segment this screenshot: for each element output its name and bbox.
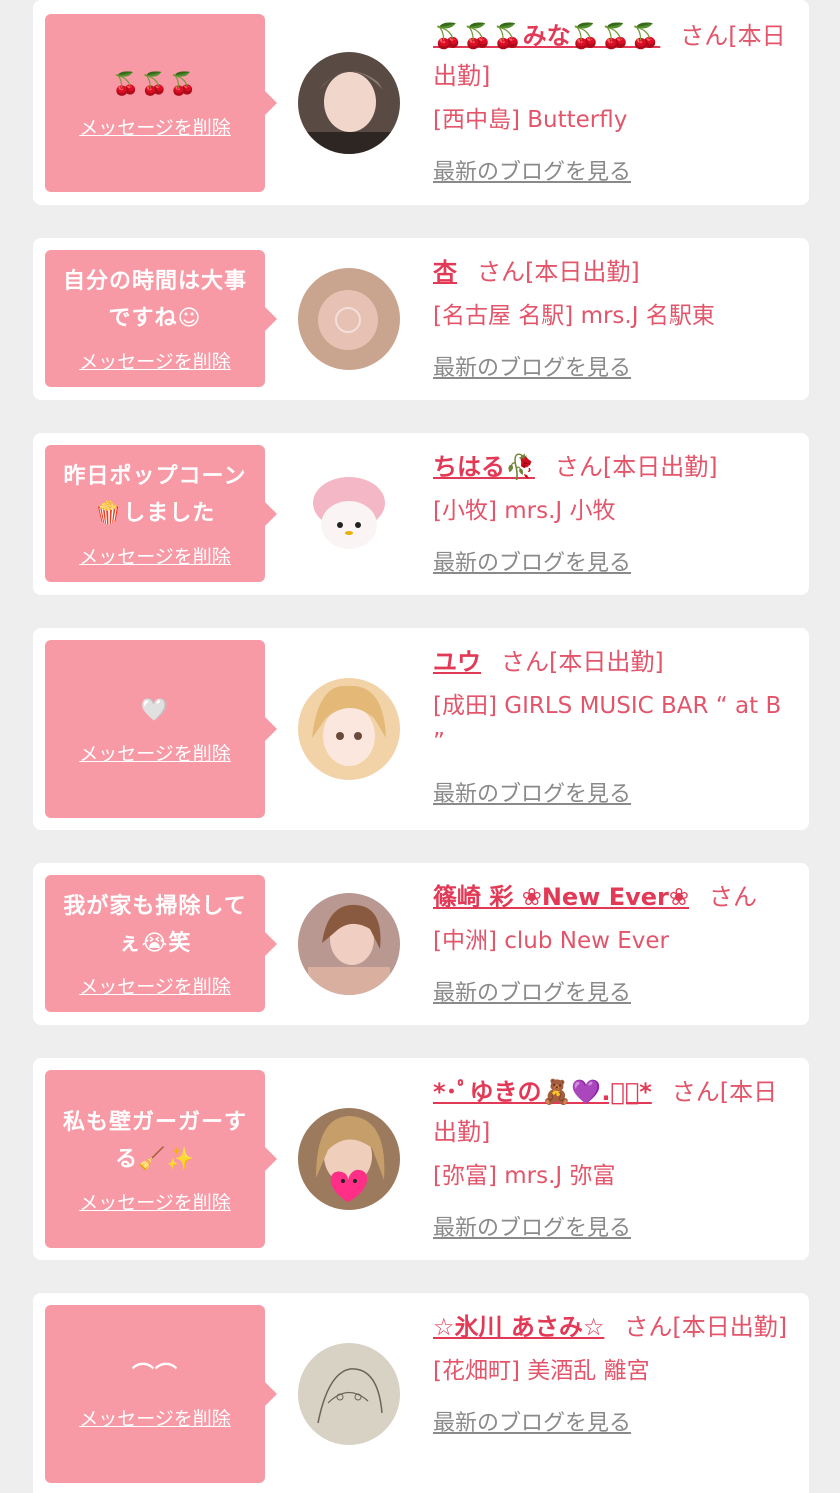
girl-name-link[interactable]: 杏 (433, 258, 457, 286)
girl-info: 篠崎 彩 ❀New Ever❀ さん [中洲] club New Ever 最新の… (433, 877, 799, 1007)
girl-name-link[interactable]: 篠崎 彩 ❀New Ever❀ (433, 883, 689, 911)
shop-name: [西中島] Butterfly (433, 107, 628, 133)
latest-blog-link[interactable]: 最新のブログを見る (433, 154, 631, 186)
message-text: 🤍 (140, 698, 170, 723)
girl-name-link[interactable]: *･ﾟゆきの🧸💜.ﾟ･* (433, 1078, 652, 1106)
latest-blog-link[interactable]: 最新のブログを見る (433, 1210, 631, 1242)
shop-name: [花畑町] 美酒乱 離宮 (433, 1358, 650, 1384)
delete-message-link[interactable]: メッセージを削除 (79, 113, 231, 140)
girl-name-link[interactable]: ユウ (433, 648, 481, 676)
message-card: 自分の時間は大事 ですね☺ メッセージを削除 杏さん[本日出勤] [名古屋 名駅… (33, 238, 809, 400)
message-bubble: 私も壁ガーガーす る🧹✨ メッセージを削除 (45, 1070, 265, 1248)
latest-blog-link[interactable]: 最新のブログを見る (433, 350, 631, 382)
message-card: 🍒🍒🍒 メッセージを削除 🍒🍒🍒みな🍒🍒🍒 さん[本日出勤] [西中島] Butt… (33, 0, 809, 205)
avatar[interactable] (298, 52, 400, 154)
girl-info: ユウ さん[本日出勤] [成田] GIRLS MUSIC BAR “ at B ”… (433, 642, 799, 808)
latest-blog-link[interactable]: 最新のブログを見る (433, 1405, 631, 1437)
girl-name-link[interactable]: ☆氷川 あさみ☆ (433, 1313, 604, 1341)
shop-name: [小牧] mrs.J 小牧 (433, 498, 616, 524)
avatar[interactable] (298, 1343, 400, 1445)
shop-name: [名古屋 名駅] mrs.J 名駅東 (433, 303, 715, 329)
latest-blog-link[interactable]: 最新のブログを見る (433, 975, 631, 1007)
message-card: 🤍 メッセージを削除 ユウ さん[本日出勤] [成田] GIRLS MUSIC B… (33, 628, 809, 830)
message-bubble: 🍒🍒🍒 メッセージを削除 (45, 14, 265, 192)
message-text: ⌒⌒ (131, 1363, 178, 1388)
delete-message-link[interactable]: メッセージを削除 (79, 542, 231, 569)
name-suffix: さん[本日出勤] (501, 648, 664, 676)
avatar[interactable] (298, 268, 400, 370)
name-suffix: さん[本日出勤] (554, 453, 718, 481)
delete-message-link[interactable]: メッセージを削除 (79, 347, 231, 374)
name-suffix: さん (708, 883, 757, 911)
girl-info: 🍒🍒🍒みな🍒🍒🍒 さん[本日出勤] [西中島] Butterfly 最新のブログを… (433, 16, 799, 186)
message-text: 自分の時間は大事 ですね☺ (62, 269, 247, 331)
message-bubble: 自分の時間は大事 ですね☺ メッセージを削除 (45, 250, 265, 387)
message-card: ⌒⌒ メッセージを削除 ☆氷川 あさみ☆ さん[本日出勤] [花畑町] 美酒乱 離… (33, 1293, 809, 1493)
message-bubble: 我が家も掃除して ぇ😭笑 メッセージを削除 (45, 875, 265, 1012)
girl-name-link[interactable]: 🍒🍒🍒みな🍒🍒🍒 (433, 22, 660, 50)
message-text: 我が家も掃除して ぇ😭笑 (63, 894, 247, 956)
avatar[interactable] (298, 678, 400, 780)
girl-info: 杏さん[本日出勤] [名古屋 名駅] mrs.J 名駅東 最新のブログを見る (433, 252, 799, 382)
girl-info: *･ﾟゆきの🧸💜.ﾟ･* さん[本日出勤] [弥富] mrs.J 弥富 最新のブロ… (433, 1072, 799, 1242)
message-card: 我が家も掃除して ぇ😭笑 メッセージを削除 篠崎 彩 ❀New Ever❀ さん … (33, 863, 809, 1025)
avatar[interactable] (298, 893, 400, 995)
name-suffix: さん[本日出勤] (624, 1313, 788, 1341)
message-text: 🍒🍒🍒 (112, 72, 198, 97)
message-card: 昨日ポップコーン 🍿しました メッセージを削除 ちはる🥀 さん[本日出勤] [小牧… (33, 433, 809, 595)
girl-name-link[interactable]: ちはる🥀 (433, 453, 535, 481)
avatar[interactable] (298, 1108, 400, 1210)
shop-name: [中洲] club New Ever (433, 928, 670, 954)
delete-message-link[interactable]: メッセージを削除 (79, 972, 231, 999)
message-list: 🍒🍒🍒 メッセージを削除 🍒🍒🍒みな🍒🍒🍒 さん[本日出勤] [西中島] Butt… (0, 0, 840, 1493)
message-bubble: ⌒⌒ メッセージを削除 (45, 1305, 265, 1483)
girl-info: ☆氷川 あさみ☆ さん[本日出勤] [花畑町] 美酒乱 離宮 最新のブログを見る (433, 1307, 799, 1437)
name-suffix: さん[本日出勤] (477, 258, 640, 286)
girl-info: ちはる🥀 さん[本日出勤] [小牧] mrs.J 小牧 最新のブログを見る (433, 447, 799, 577)
shop-name: [弥富] mrs.J 弥富 (433, 1163, 616, 1189)
latest-blog-link[interactable]: 最新のブログを見る (433, 776, 631, 808)
message-bubble: 🤍 メッセージを削除 (45, 640, 265, 818)
message-card: 私も壁ガーガーす る🧹✨ メッセージを削除 *･ﾟゆきの🧸💜.ﾟ･* さん[本日出… (33, 1058, 809, 1260)
shop-name: [成田] GIRLS MUSIC BAR “ at B ” (433, 693, 782, 755)
message-text: 私も壁ガーガーす る🧹✨ (62, 1109, 247, 1172)
delete-message-link[interactable]: メッセージを削除 (79, 1404, 231, 1431)
message-bubble: 昨日ポップコーン 🍿しました メッセージを削除 (45, 445, 265, 582)
delete-message-link[interactable]: メッセージを削除 (79, 739, 231, 766)
message-text: 昨日ポップコーン 🍿しました (63, 464, 247, 526)
latest-blog-link[interactable]: 最新のブログを見る (433, 545, 631, 577)
delete-message-link[interactable]: メッセージを削除 (79, 1188, 231, 1215)
avatar[interactable] (298, 463, 400, 565)
